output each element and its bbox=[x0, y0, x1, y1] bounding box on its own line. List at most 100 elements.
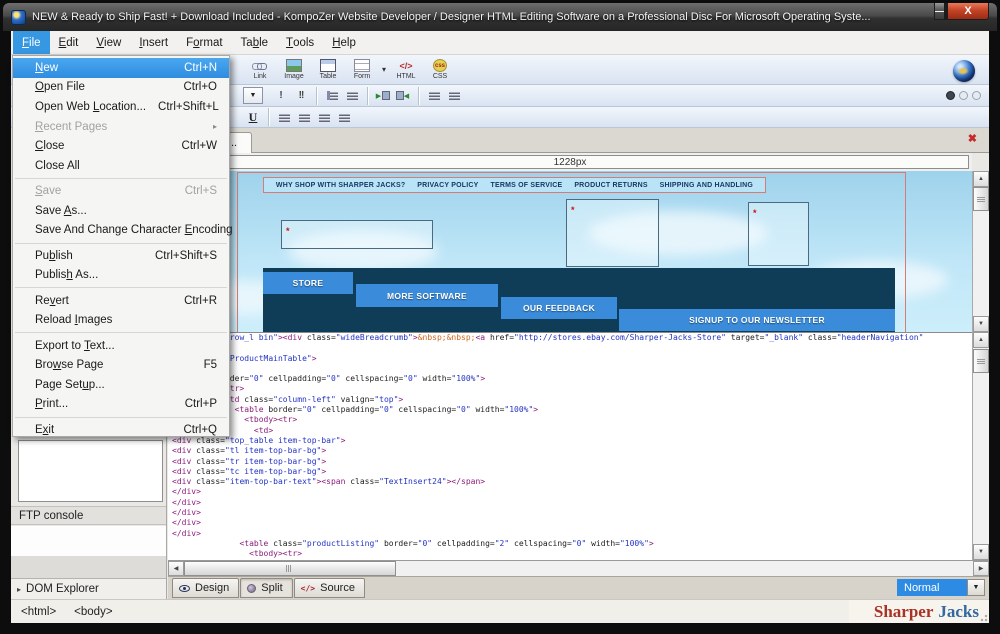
menu-item-label: Open File bbox=[35, 81, 171, 93]
preview-nav-link[interactable]: WHY SHOP WITH SHARPER JACKS? bbox=[276, 182, 405, 189]
numbered-list-button[interactable] bbox=[323, 88, 341, 104]
menu-item-open-web-location[interactable]: Open Web Location...Ctrl+Shift+L bbox=[13, 97, 229, 117]
source-code[interactable]: <div class="row_l bin"><div class="wideB… bbox=[172, 333, 972, 560]
menubar-item-insert[interactable]: Insert bbox=[130, 31, 177, 54]
scroll-down-icon[interactable]: ▼ bbox=[973, 316, 989, 332]
menu-item-page-setup[interactable]: Page Setup... bbox=[13, 375, 229, 395]
minimize-button[interactable]: — bbox=[934, 3, 945, 20]
close-button[interactable]: X bbox=[947, 3, 989, 20]
text-align-left-button[interactable] bbox=[275, 109, 293, 125]
outdent-button[interactable]: ◀ bbox=[394, 88, 412, 104]
menubar-item-format[interactable]: Format bbox=[177, 31, 231, 54]
align-left-button[interactable] bbox=[425, 88, 443, 104]
menu-item-close-all[interactable]: Close All bbox=[13, 156, 229, 176]
menu-item-revert[interactable]: RevertCtrl+R bbox=[13, 291, 229, 311]
menubar-item-help[interactable]: Help bbox=[323, 31, 365, 54]
scroll-right-icon[interactable]: ▶ bbox=[973, 561, 989, 576]
preview-button-signup-to-our-newsletter[interactable]: SIGNUP TO OUR NEWSLETTER bbox=[619, 309, 895, 331]
menu-item-new[interactable]: NewCtrl+N bbox=[13, 58, 229, 78]
editor-area: dy to Ship... ✖ 1228px WHY SHOP WITH SHA… bbox=[168, 128, 989, 599]
source-line: <tbody><tr> bbox=[172, 549, 972, 559]
table-button[interactable]: Table bbox=[315, 59, 341, 80]
view-tab-design[interactable]: Design bbox=[172, 578, 239, 598]
align-right-button[interactable] bbox=[445, 88, 463, 104]
menu-item-reload-images[interactable]: Reload Images bbox=[13, 310, 229, 330]
scrollbar-thumb[interactable] bbox=[973, 187, 989, 211]
scrollbar-thumb[interactable] bbox=[184, 561, 396, 576]
preview-nav-link[interactable]: SHIPPING AND HANDLING bbox=[660, 182, 753, 189]
required-marker: * bbox=[567, 203, 575, 215]
preview-nav-link[interactable]: PRIVACY POLICY bbox=[417, 182, 478, 189]
menu-item-exit[interactable]: ExitCtrl+Q bbox=[13, 420, 229, 440]
close-tab-icon[interactable]: ✖ bbox=[968, 132, 977, 145]
zoom-icon[interactable] bbox=[946, 91, 955, 100]
menu-item-publish-as[interactable]: Publish As... bbox=[13, 266, 229, 286]
style-combo-dropdown[interactable]: ▼ bbox=[243, 87, 263, 104]
menubar-item-edit[interactable]: Edit bbox=[50, 31, 88, 54]
ftp-console-label: FTP console bbox=[19, 510, 83, 522]
source-scrollbar[interactable]: ▲ ▼ bbox=[972, 332, 989, 560]
preview-nav-link[interactable]: TERMS OF SERVICE bbox=[490, 182, 562, 189]
menubar-item-view[interactable]: View bbox=[87, 31, 130, 54]
view-tab-source[interactable]: </>Source bbox=[294, 578, 365, 598]
design-scrollbar[interactable]: ▲ ▼ bbox=[972, 171, 989, 332]
source-view-pane[interactable]: <div class="row_l bin"><div class="wideB… bbox=[168, 332, 989, 560]
menubar-item-file[interactable]: File bbox=[13, 31, 50, 54]
menu-item-save-and-change-character-encoding[interactable]: Save And Change Character Encoding bbox=[13, 221, 229, 241]
scroll-up-icon[interactable]: ▲ bbox=[973, 171, 989, 187]
preview-button-our-feedback[interactable]: OUR FEEDBACK bbox=[501, 297, 617, 319]
menubar-item-table[interactable]: Table bbox=[232, 31, 278, 54]
chevron-down-icon[interactable]: ▼ bbox=[967, 579, 985, 596]
preview-button-store[interactable]: STORE bbox=[263, 272, 353, 294]
text-align-right-button[interactable] bbox=[315, 109, 333, 125]
source-horizontal-scrollbar[interactable]: ◀ ▶ bbox=[168, 560, 989, 576]
statusbar-element-body[interactable]: <body> bbox=[74, 606, 112, 618]
menu-item-publish[interactable]: PublishCtrl+Shift+S bbox=[13, 246, 229, 266]
ftp-console-header[interactable]: FTP console bbox=[11, 506, 166, 525]
menubar-item-tools[interactable]: Tools bbox=[277, 31, 323, 54]
dom-explorer-toggle[interactable]: ▸ DOM Explorer bbox=[11, 578, 166, 599]
link-button[interactable]: Link bbox=[247, 59, 273, 80]
emphasis-button[interactable] bbox=[272, 88, 290, 104]
title-bar[interactable]: NEW & Ready to Ship Fast! + Download Inc… bbox=[3, 3, 997, 31]
preview-button-more-software[interactable]: MORE SOFTWARE bbox=[356, 284, 498, 307]
design-preview-pane[interactable]: WHY SHOP WITH SHARPER JACKS? PRIVACY POLI… bbox=[168, 171, 989, 332]
preview-nav-link[interactable]: PRODUCT RETURNS bbox=[574, 182, 647, 189]
paragraph-format-dropdown[interactable]: Normal ▼ bbox=[897, 579, 985, 596]
statusbar-element-html[interactable]: <html> bbox=[21, 606, 56, 618]
menu-separator bbox=[15, 332, 227, 333]
scroll-up-icon[interactable]: ▲ bbox=[973, 332, 989, 348]
html-button[interactable]: </>HTML bbox=[393, 59, 419, 80]
preview-form-field[interactable]: * bbox=[566, 199, 659, 267]
menu-item-browse-page[interactable]: Browse PageF5 bbox=[13, 355, 229, 375]
preview-form-field[interactable]: * bbox=[748, 202, 809, 266]
scrollbar-thumb[interactable] bbox=[973, 349, 989, 373]
view-tab-split[interactable]: Split bbox=[240, 578, 292, 598]
bulleted-list-button[interactable] bbox=[343, 88, 361, 104]
menu-item-export-to-text[interactable]: Export to Text... bbox=[13, 336, 229, 356]
preview-form-field[interactable]: * bbox=[281, 220, 433, 249]
text-align-center-button[interactable] bbox=[295, 109, 313, 125]
menu-item-open-file[interactable]: Open FileCtrl+O bbox=[13, 78, 229, 98]
scroll-down-icon[interactable]: ▼ bbox=[973, 544, 989, 560]
style-circles-icon[interactable] bbox=[972, 91, 981, 100]
menu-item-save-as[interactable]: Save As... bbox=[13, 201, 229, 221]
menu-item-save[interactable]: SaveCtrl+S bbox=[13, 181, 229, 201]
image-button[interactable]: Image bbox=[281, 59, 307, 80]
css-button[interactable]: cssCSS bbox=[427, 59, 453, 80]
style-circle-icon[interactable] bbox=[959, 91, 968, 100]
chevron-down-icon[interactable]: ▾ bbox=[382, 65, 386, 74]
menu-item-close[interactable]: CloseCtrl+W bbox=[13, 136, 229, 156]
indent-button[interactable]: ▶ bbox=[374, 88, 392, 104]
menu-item-recent-pages[interactable]: Recent Pages▸ bbox=[13, 117, 229, 137]
scroll-left-icon[interactable]: ◀ bbox=[168, 561, 184, 576]
bulleted-list-icon bbox=[347, 91, 358, 100]
site-manager-listbox[interactable] bbox=[18, 440, 163, 502]
text-align-justify-button[interactable] bbox=[335, 109, 353, 125]
strong-emphasis-button[interactable] bbox=[292, 88, 310, 104]
menu-item-print[interactable]: Print...Ctrl+P bbox=[13, 395, 229, 415]
resize-grip[interactable] bbox=[980, 614, 988, 622]
form-button[interactable]: Form bbox=[349, 59, 375, 80]
dom-explorer-label: DOM Explorer bbox=[26, 583, 99, 595]
underline-button[interactable] bbox=[244, 109, 262, 125]
